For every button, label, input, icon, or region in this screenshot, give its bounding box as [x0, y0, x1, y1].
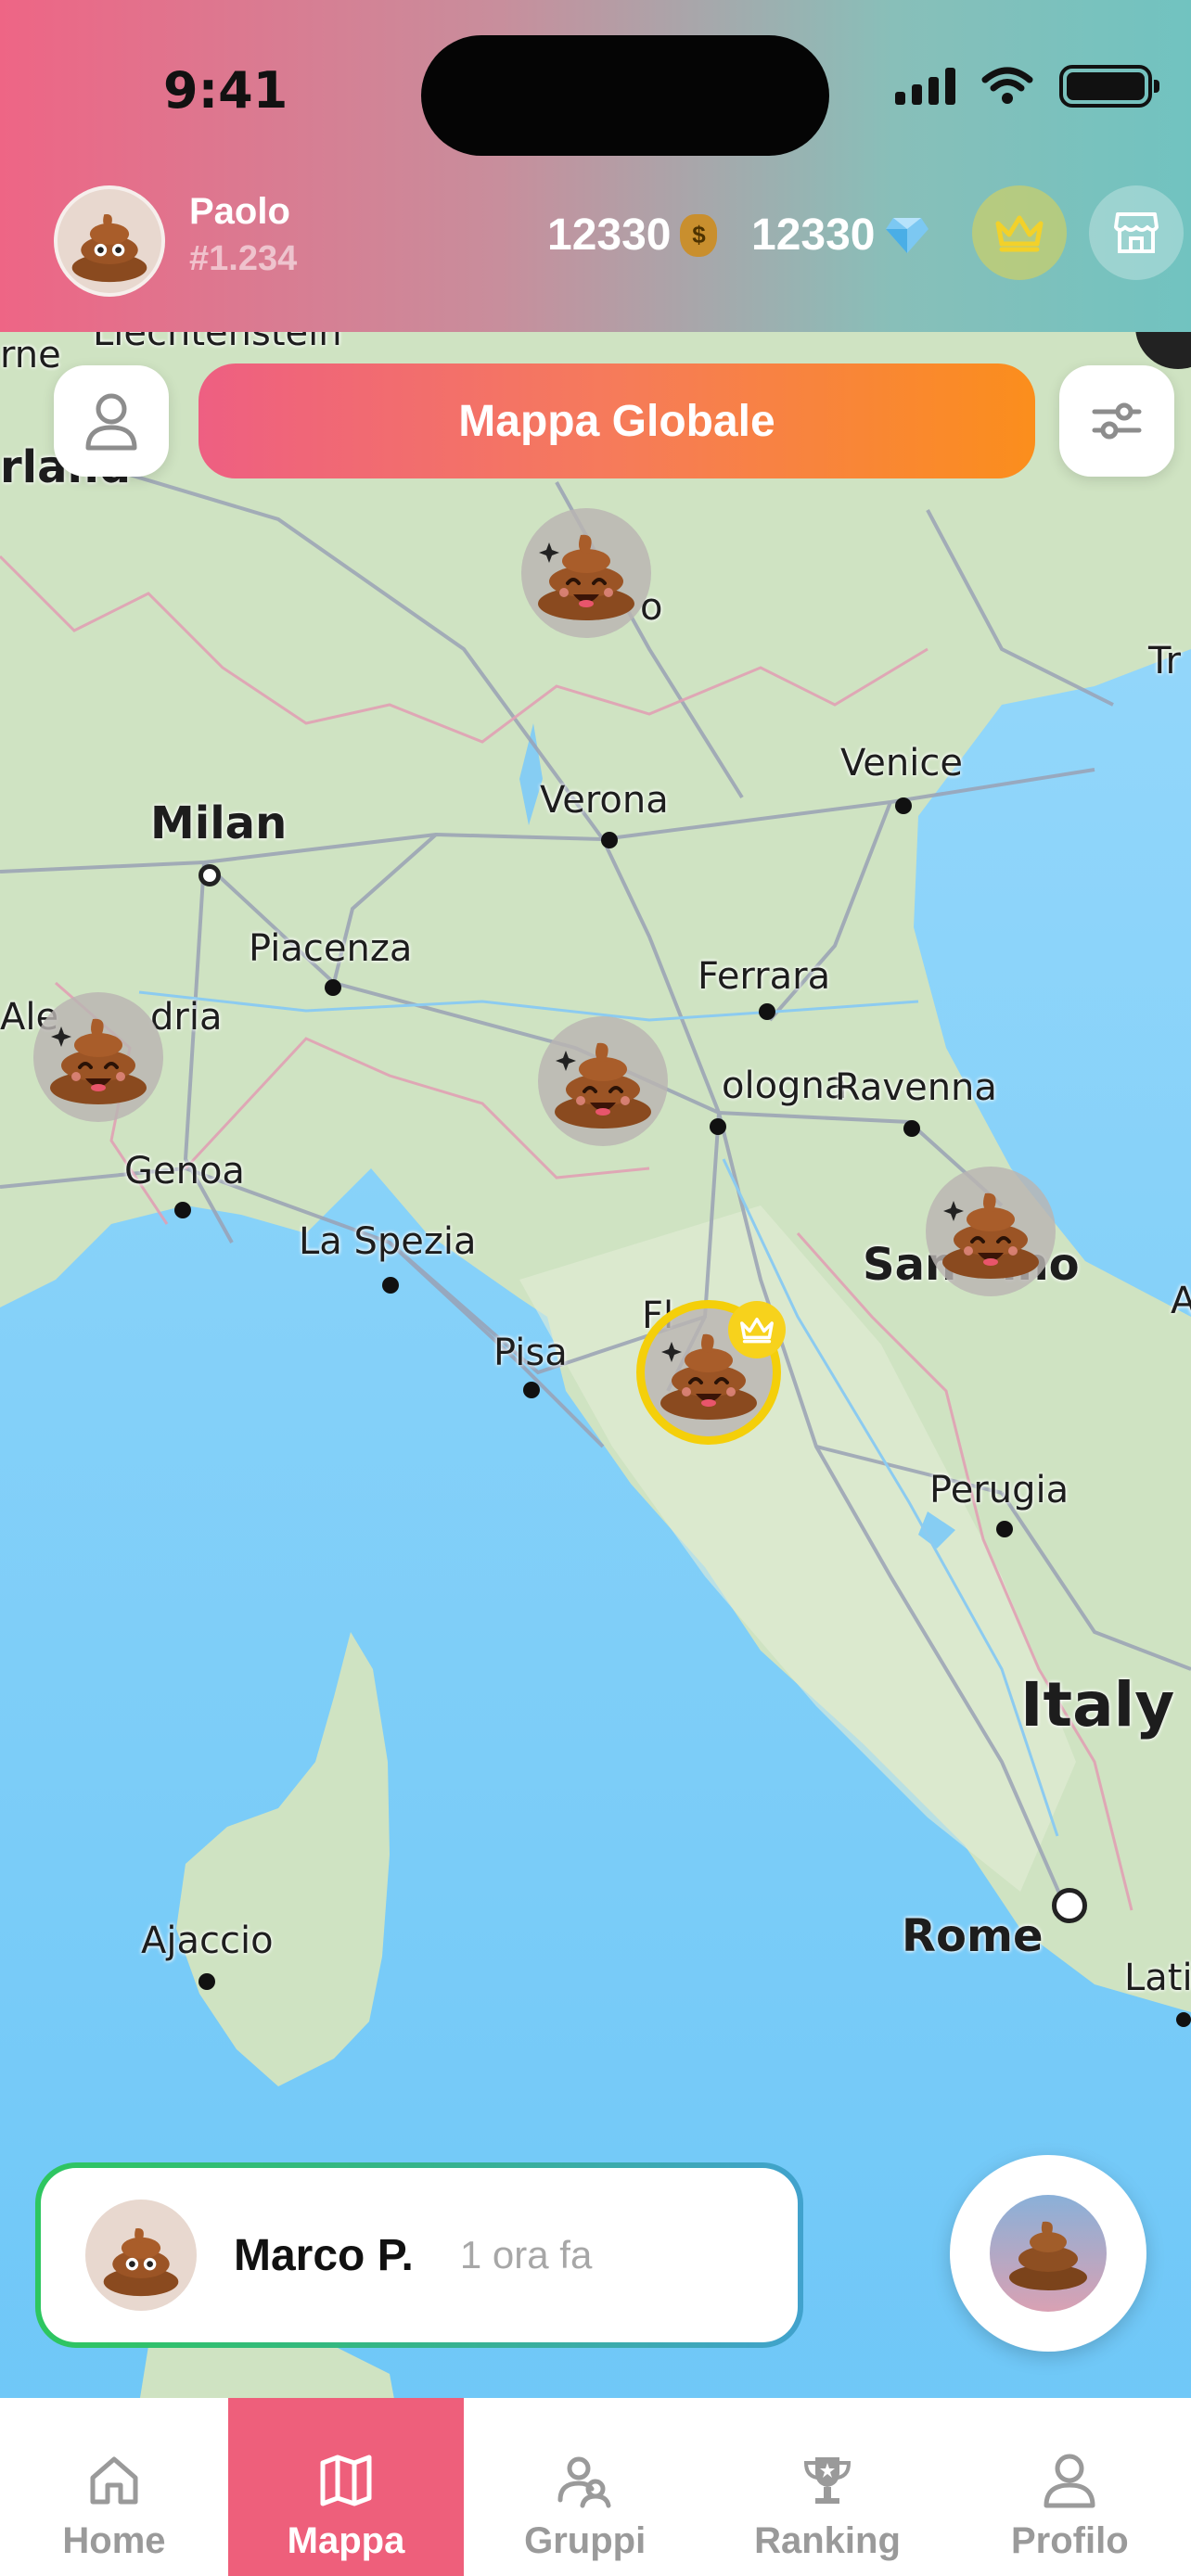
user-avatar[interactable] [54, 185, 165, 297]
coins-value: 12330 [547, 210, 672, 260]
status-time: 9:41 [163, 61, 288, 120]
map-marker[interactable] [521, 508, 651, 638]
bottom-tab-bar: Home Mappa Gruppi Ranking Profilo [0, 2398, 1191, 2576]
tab-profile[interactable]: Profilo [949, 2398, 1191, 2576]
poop-emoji-icon [555, 1042, 651, 1129]
wifi-icon [981, 67, 1033, 104]
money-bag-icon: $ [680, 213, 718, 257]
my-profile-map-button[interactable] [54, 365, 169, 477]
poop-emoji-icon [71, 213, 147, 283]
app-header: 9:41 Paolo #1.234 12330 $ 12330 [0, 0, 1191, 332]
dynamic-island [421, 35, 829, 156]
poop-emoji-icon [942, 1192, 1039, 1279]
tab-groups[interactable]: Gruppi [464, 2398, 706, 2576]
status-icons [895, 65, 1159, 108]
tab-profile-label: Profilo [1010, 2520, 1129, 2561]
recent-activity-card[interactable]: Marco P. 1 ora fa [35, 2162, 803, 2348]
tab-map[interactable]: Mappa [228, 2398, 464, 2576]
gems-balance[interactable]: 12330 [751, 210, 930, 261]
leader-crown-icon [728, 1301, 786, 1358]
filter-sliders-icon [1092, 402, 1142, 440]
add-poop-button[interactable] [950, 2155, 1146, 2352]
activity-user-name: Marco P. [234, 2230, 414, 2280]
shop-button[interactable] [1089, 185, 1184, 280]
crown-button[interactable] [972, 185, 1067, 280]
activity-time: 1 ora fa [459, 2233, 593, 2276]
poop-icon [1009, 2221, 1087, 2290]
map-title-button[interactable]: Mappa Globale [198, 363, 1035, 478]
map-marker[interactable] [926, 1167, 1056, 1296]
tab-home[interactable]: Home [0, 2398, 228, 2576]
tab-ranking-label: Ranking [754, 2520, 901, 2561]
user-id: #1.234 [189, 239, 298, 278]
user-name: Paolo [189, 191, 290, 232]
gems-value: 12330 [751, 210, 876, 260]
poop-emoji-icon [538, 534, 634, 620]
activity-avatar [85, 2200, 197, 2311]
user-icon [85, 393, 137, 451]
coins-balance[interactable]: 12330 $ [547, 210, 718, 261]
signal-icon [895, 68, 955, 105]
tab-groups-label: Gruppi [524, 2520, 647, 2561]
trophy-icon [803, 2457, 851, 2504]
filter-button[interactable] [1059, 365, 1174, 477]
map-marker[interactable] [33, 992, 163, 1122]
tab-home-label: Home [62, 2520, 166, 2561]
poop-emoji-icon [103, 2227, 179, 2297]
profile-icon [1044, 2454, 1095, 2508]
shop-icon [1114, 212, 1159, 253]
battery-icon [1059, 65, 1159, 108]
tab-map-label: Mappa [287, 2520, 405, 2561]
home-icon [90, 2456, 138, 2505]
groups-icon [557, 2456, 611, 2508]
crown-icon [995, 215, 1044, 252]
map-icon [320, 2455, 372, 2506]
map-marker-leader[interactable] [636, 1300, 786, 1445]
map-marker[interactable] [538, 1016, 668, 1146]
diamond-icon [886, 217, 929, 253]
tab-ranking[interactable]: Ranking [706, 2398, 948, 2576]
poop-emoji-icon [50, 1018, 147, 1104]
